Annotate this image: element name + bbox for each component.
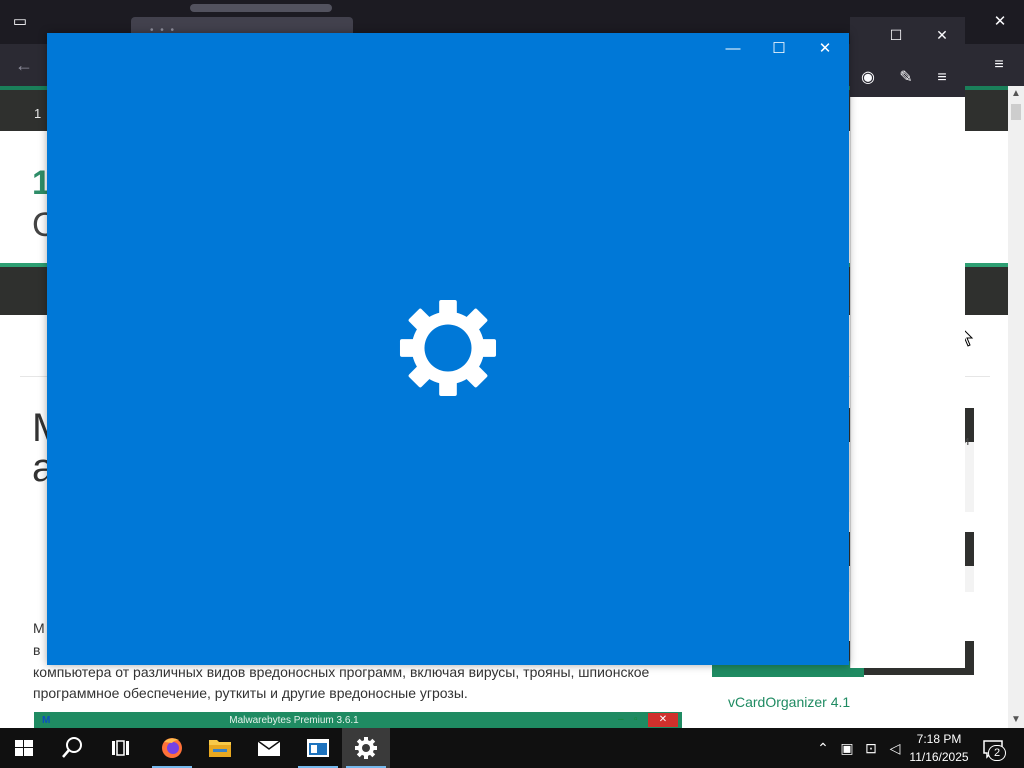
background-window-content (850, 97, 965, 668)
taskbar-clock[interactable]: 7:18 PM 11/16/2025 (905, 730, 973, 766)
article-text-start: M (33, 620, 45, 636)
search-button[interactable] (48, 728, 96, 768)
tab-list-icon[interactable]: ▭ (10, 12, 30, 32)
task-view-button[interactable] (96, 728, 144, 768)
search-icon (62, 737, 82, 758)
notification-count-badge: 2 (988, 745, 1006, 761)
taskbar: ⌃ ▣ ⊡ ◁ 7:18 PM 11/16/2025 2 (0, 728, 1024, 768)
sidebar-link[interactable]: vCardOrganizer 4.1 (728, 694, 850, 710)
background-browser-window: ☐ ✕ ◉ ✎ ≡ (850, 17, 965, 668)
show-hidden-icons-chevron-icon[interactable]: ⌃ (813, 738, 833, 758)
network-icon[interactable]: ⊡ (861, 738, 881, 758)
clock-time: 7:18 PM (916, 732, 962, 746)
folder-icon (209, 740, 231, 757)
close-icon[interactable]: ✕ (932, 25, 952, 45)
back-arrow-icon[interactable]: ← (12, 54, 36, 76)
screenshot-close-icon: ✕ (648, 713, 678, 727)
firefox-icon (162, 738, 182, 758)
taskbar-firefox[interactable] (148, 728, 196, 768)
taskbar-app[interactable] (294, 728, 342, 768)
screenshot-window-title: Malwarebytes Premium 3.6.1 (229, 715, 359, 726)
mail-icon (257, 740, 281, 756)
settings-gear-icon (355, 737, 377, 759)
start-button[interactable] (0, 728, 48, 768)
volume-muted-icon[interactable]: ◁ (885, 738, 905, 758)
taskbar-mail[interactable] (244, 728, 292, 768)
taskbar-settings[interactable] (342, 728, 390, 768)
article-paragraph-line-2: программное обеспечение, руткиты и други… (33, 685, 468, 701)
maximize-icon[interactable]: ☐ (886, 25, 906, 45)
menu-icon[interactable]: ≡ (930, 67, 954, 89)
browser-close-icon[interactable]: ✕ (986, 12, 1014, 32)
maximize-icon[interactable]: ☐ (761, 39, 797, 59)
browser-menu-icon[interactable]: ≡ (986, 53, 1012, 77)
scroll-up-icon[interactable]: ▲ (1008, 88, 1024, 100)
screenshot-maximize-icon: ▫ (634, 714, 638, 725)
article-paragraph-line-1: компьютера от различных видов вредоносны… (33, 664, 650, 680)
account-icon[interactable]: ◉ (856, 67, 880, 89)
gear-icon (399, 299, 497, 397)
site-top-bar-text: 1 (34, 106, 42, 121)
background-window-titlebar: ☐ ✕ ◉ ✎ ≡ (850, 17, 965, 97)
taskbar-file-explorer[interactable] (196, 728, 244, 768)
window-app-icon (307, 739, 329, 757)
task-view-icon (112, 740, 129, 756)
scroll-thumb[interactable] (1011, 104, 1021, 120)
page-scrollbar[interactable]: ▲ ▼ (1008, 86, 1024, 728)
tab-drag-handle[interactable] (190, 4, 332, 12)
article-screenshot: M Malwarebytes Premium 3.6.1 – ▫ ✕ (34, 712, 682, 728)
screenshot-minimize-icon: – (618, 714, 624, 725)
meet-now-icon[interactable]: ▣ (837, 738, 857, 758)
minimize-icon[interactable]: — (715, 39, 751, 59)
settings-window: — ☐ ✕ (47, 33, 849, 665)
close-icon[interactable]: ✕ (807, 39, 843, 59)
windows-logo-icon (15, 740, 33, 756)
extensions-icon[interactable]: ✎ (894, 67, 918, 89)
clock-date: 11/16/2025 (909, 750, 969, 764)
article-text-start-2: в (33, 642, 41, 658)
scroll-down-icon[interactable]: ▼ (1008, 714, 1024, 726)
